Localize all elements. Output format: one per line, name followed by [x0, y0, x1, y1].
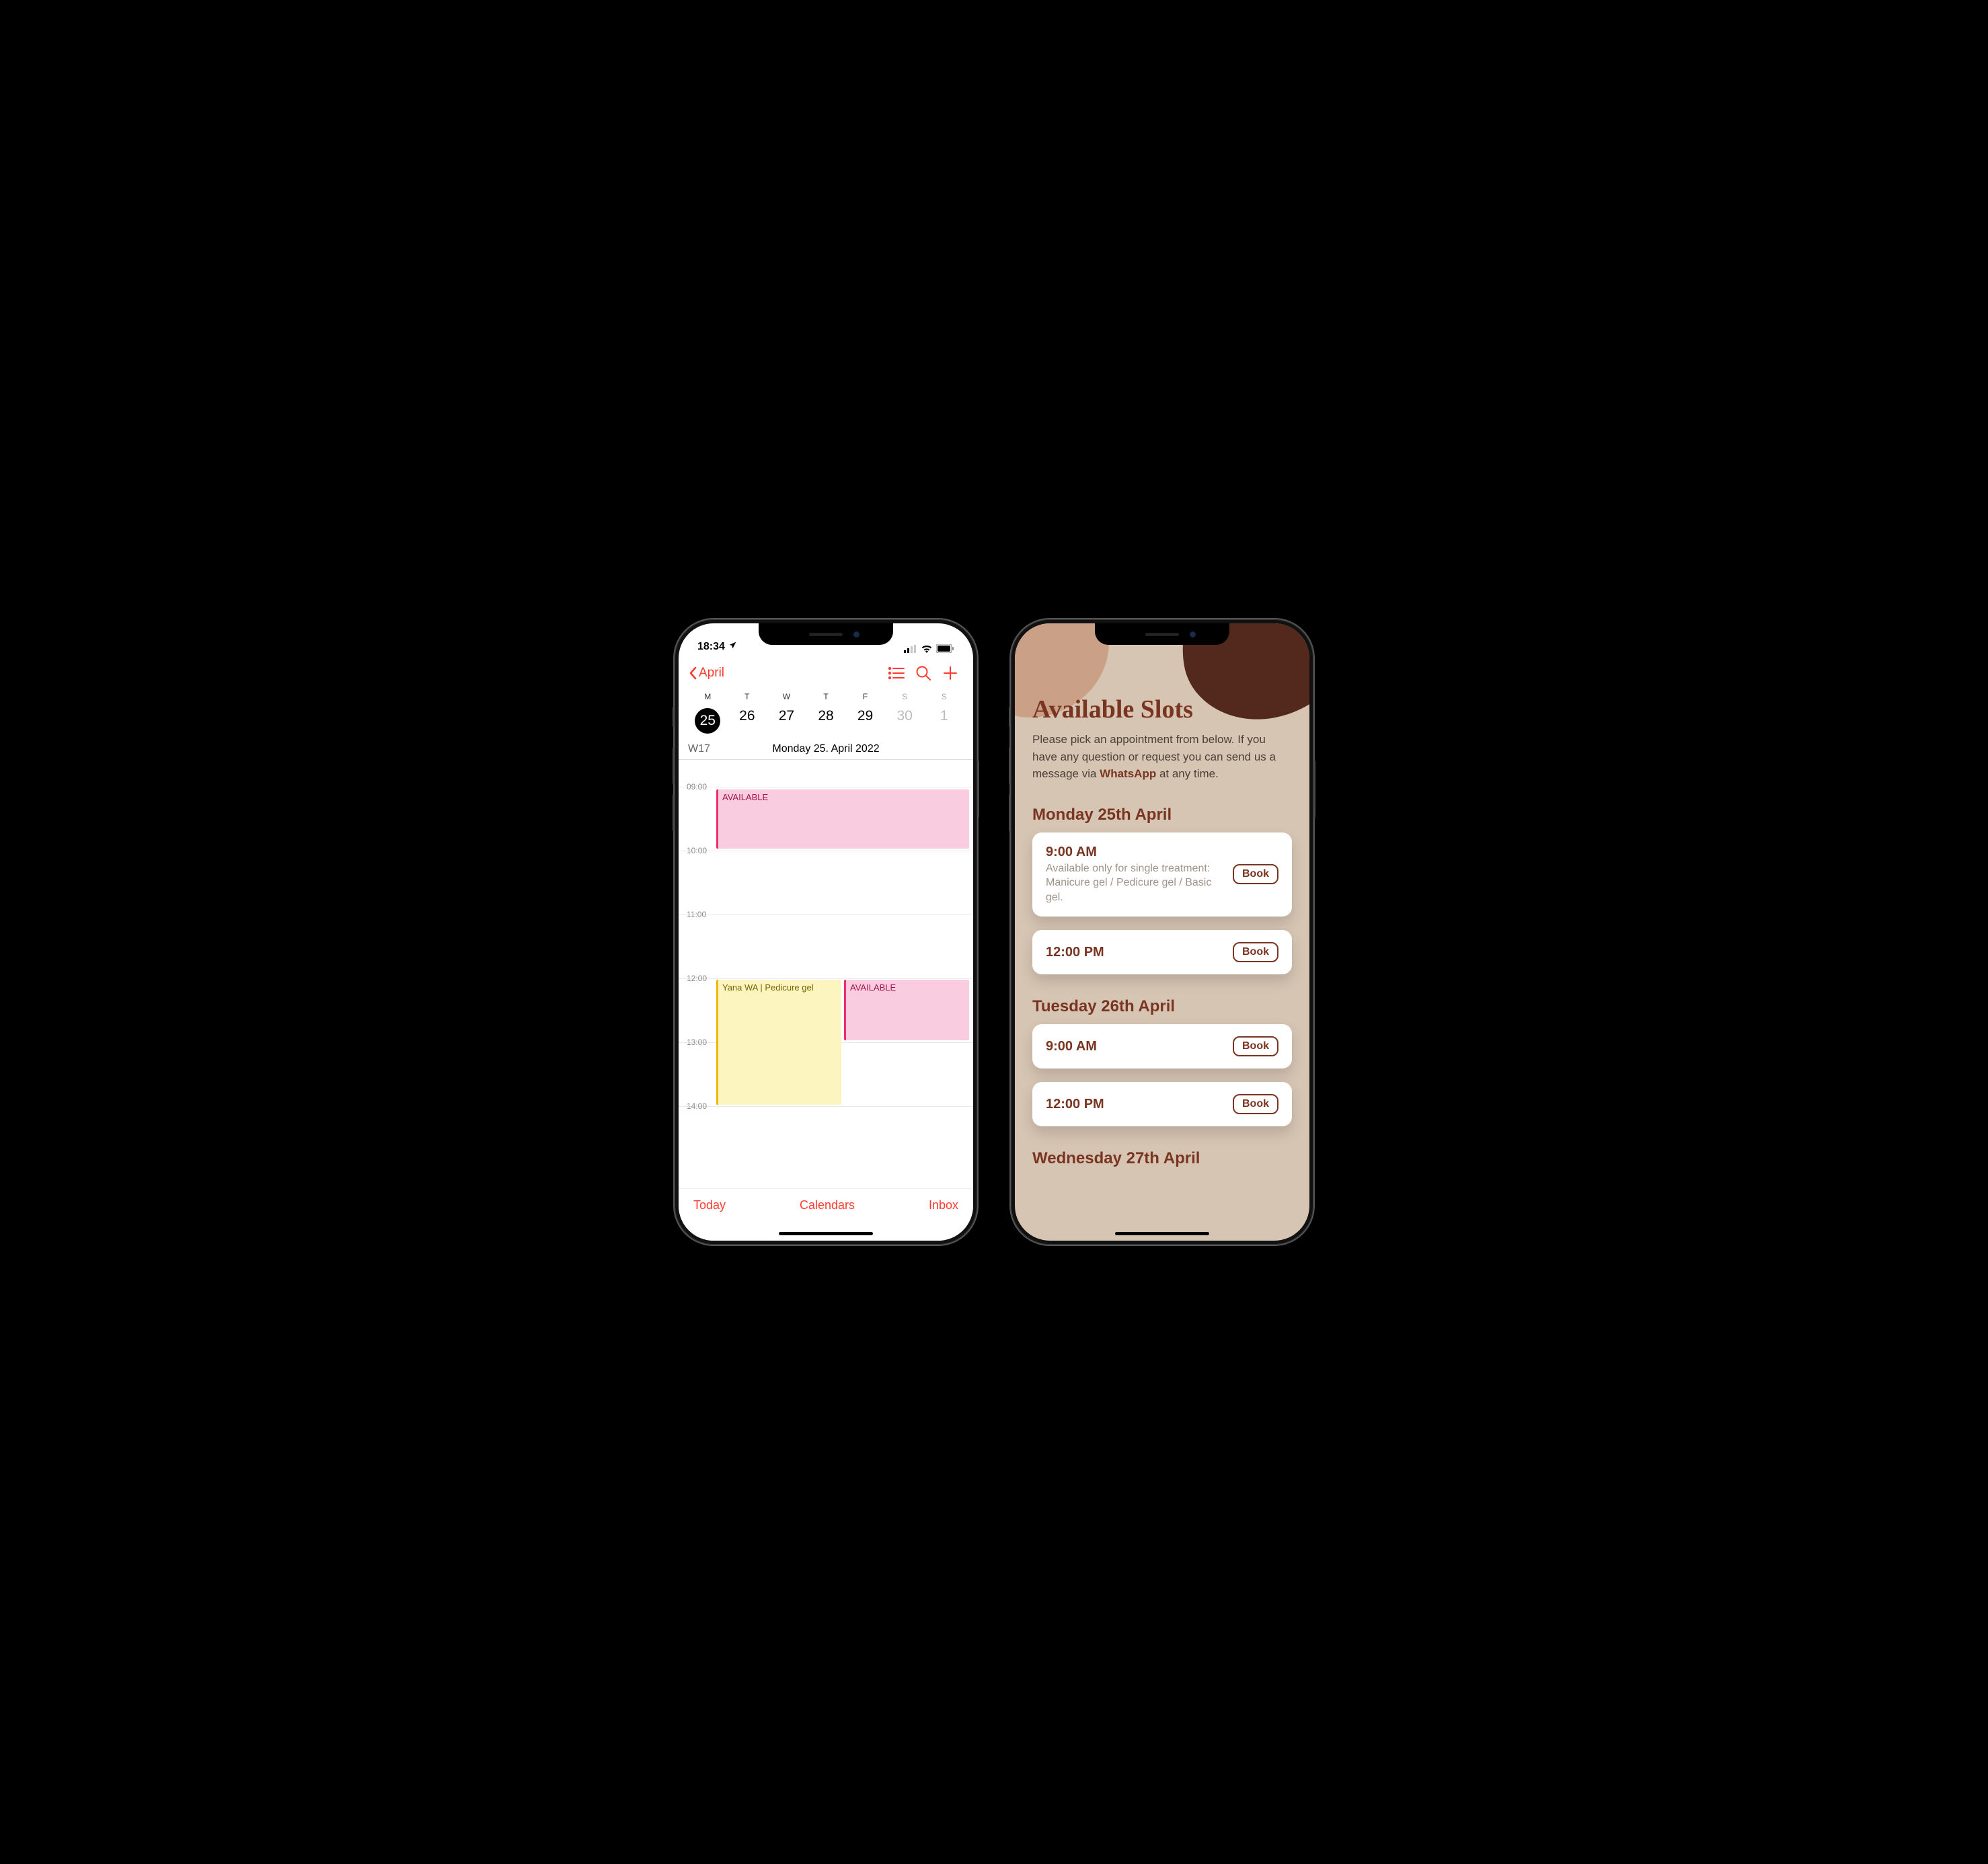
slot-card: 9:00 AM Available only for single treatm… — [1032, 832, 1292, 917]
inbox-button[interactable]: Inbox — [929, 1198, 958, 1212]
hour-label: 14:00 — [687, 1101, 707, 1111]
slot-time: 12:00 PM — [1046, 1097, 1225, 1112]
date-cell[interactable]: 30 — [885, 705, 925, 736]
day-heading: Wednesday 27th April — [1032, 1149, 1292, 1168]
iphone-left: 18:34 April — [675, 619, 977, 1245]
slot-card: 9:00 AM Book — [1032, 1024, 1292, 1069]
date-cell[interactable]: 27 — [767, 705, 806, 736]
event-available[interactable]: AVAILABLE — [716, 789, 969, 849]
date-cell[interactable]: 1 — [924, 705, 964, 736]
notch — [759, 623, 893, 645]
back-label: April — [699, 666, 724, 681]
add-event-button[interactable] — [937, 660, 964, 687]
slot-time: 12:00 PM — [1046, 945, 1225, 960]
status-time: 18:34 — [697, 641, 725, 653]
iphone-right: 18:01 Available Slots Please pi — [1011, 619, 1313, 1245]
hour-label: 11:00 — [687, 910, 706, 919]
slot-time: 9:00 AM — [1046, 845, 1225, 860]
event-booking[interactable]: Yana WA | Pedicure gel — [716, 980, 841, 1105]
day-heading: Monday 25th April — [1032, 806, 1292, 824]
slot-note: Available only for single treatment: Man… — [1046, 861, 1225, 905]
location-icon — [728, 641, 737, 653]
event-available[interactable]: AVAILABLE — [844, 980, 969, 1040]
weekday: F — [845, 692, 885, 701]
date-cell[interactable]: 26 — [728, 705, 767, 736]
day-heading: Tuesday 26th April — [1032, 997, 1292, 1016]
book-button[interactable]: Book — [1233, 1094, 1278, 1114]
date-cell[interactable]: 25 — [688, 705, 728, 736]
date-cell[interactable]: 29 — [845, 705, 885, 736]
slot-card: 12:00 PM Book — [1032, 1082, 1292, 1126]
home-indicator[interactable] — [779, 1232, 873, 1235]
battery-icon — [936, 644, 954, 653]
slot-card: 12:00 PM Book — [1032, 930, 1292, 974]
weekday: T — [728, 692, 767, 701]
whatsapp-link[interactable]: WhatsApp — [1100, 767, 1156, 780]
weekday: M — [688, 692, 728, 701]
search-button[interactable] — [910, 660, 937, 687]
weekday: S — [885, 692, 925, 701]
day-timeline[interactable]: 09:00 10:00 11:00 12:00 13:00 14:00 AVAI… — [679, 759, 973, 1156]
hour-label: 13:00 — [687, 1038, 707, 1047]
weekday: S — [924, 692, 964, 701]
today-button[interactable]: Today — [693, 1198, 726, 1212]
page-description: Please pick an appointment from below. I… — [1032, 731, 1292, 783]
notch — [1095, 623, 1229, 645]
event-title: Yana WA | Pedicure gel — [722, 982, 814, 993]
wifi-icon — [921, 644, 933, 653]
back-button[interactable]: April — [688, 666, 724, 681]
event-title: AVAILABLE — [722, 792, 768, 802]
list-view-button[interactable] — [883, 660, 910, 687]
cellular-icon — [904, 645, 917, 653]
weekday: W — [767, 692, 806, 701]
book-button[interactable]: Book — [1233, 864, 1278, 884]
full-date: Monday 25. April 2022 — [688, 743, 964, 755]
slot-time: 9:00 AM — [1046, 1039, 1225, 1054]
date-cell[interactable]: 28 — [806, 705, 846, 736]
book-button[interactable]: Book — [1233, 942, 1278, 962]
page-title: Available Slots — [1032, 695, 1292, 724]
weekday-row: M T W T F S S — [679, 691, 973, 701]
hour-label: 10:00 — [687, 846, 707, 855]
hour-label: 09:00 — [687, 782, 707, 791]
dates-row: 25 26 27 28 29 30 1 — [679, 701, 973, 743]
calendars-button[interactable]: Calendars — [800, 1198, 855, 1212]
hour-label: 12:00 — [687, 974, 707, 983]
book-button[interactable]: Book — [1233, 1036, 1278, 1056]
weekday: T — [806, 692, 846, 701]
event-title: AVAILABLE — [850, 982, 896, 993]
